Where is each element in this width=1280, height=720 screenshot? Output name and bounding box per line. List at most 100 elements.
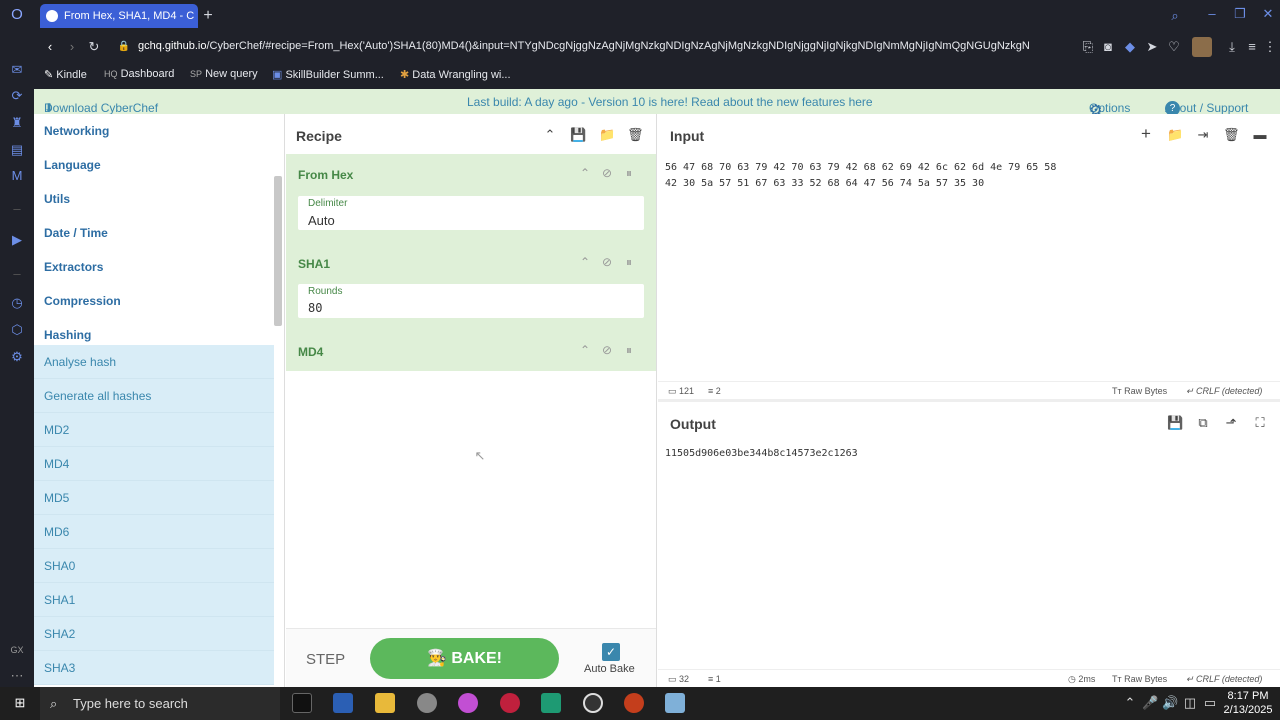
op-md2[interactable]: MD2 — [34, 413, 274, 447]
op-sha3[interactable]: SHA3 — [34, 651, 274, 685]
clock-app-icon[interactable] — [583, 693, 603, 713]
lock-icon[interactable]: 🔒 — [116, 39, 132, 55]
input-textarea[interactable]: 56 47 68 70 63 79 42 70 63 79 42 68 62 6… — [665, 160, 1056, 192]
op-analyse-hash[interactable]: Analyse hash — [34, 345, 274, 379]
op-sha2[interactable]: SHA2 — [34, 617, 274, 651]
extensions-icon[interactable]: ♜ — [9, 115, 25, 131]
load-recipe-icon[interactable]: 📁 — [599, 127, 615, 143]
category-compression[interactable]: Compression — [34, 284, 274, 318]
op-md4[interactable]: MD4 — [34, 447, 274, 481]
recipe-op-md4[interactable]: MD4 ⌃ ⊘ ⏸ — [286, 331, 656, 371]
powershell-app-icon[interactable] — [333, 693, 353, 713]
bookmark-new-query[interactable]: SP New query — [190, 68, 258, 80]
collapse-icon[interactable]: ⌃ — [580, 166, 590, 180]
op-sha0[interactable]: SHA0 — [34, 549, 274, 583]
save-output-icon[interactable]: 💾 — [1167, 415, 1183, 431]
op-md6[interactable]: MD6 — [34, 515, 274, 549]
taskbar-clock[interactable]: 8:17 PM 2/13/2025 — [1220, 689, 1276, 717]
copilot-app-icon[interactable] — [458, 693, 478, 713]
download-icon[interactable]: ⤓ — [1224, 39, 1240, 55]
tray-chevron-icon[interactable]: ⌃ — [1122, 695, 1138, 711]
auto-bake-checkbox[interactable]: ✓ — [602, 643, 620, 661]
search-tabs-icon[interactable]: ⌕ — [1167, 8, 1183, 24]
reload-icon[interactable]: ↻ — [86, 39, 102, 55]
disable-icon[interactable]: ⊘ — [602, 255, 612, 269]
operations-scrollbar[interactable] — [274, 176, 282, 326]
input-encoding[interactable]: Tт Raw Bytes — [1112, 386, 1167, 396]
delimiter-field[interactable]: Delimiter Auto — [298, 196, 644, 230]
open-folder-icon[interactable]: 📁 — [1167, 127, 1183, 143]
powerpoint-app-icon[interactable] — [624, 693, 644, 713]
bake-button[interactable]: 👨‍🍳 BAKE! — [370, 638, 559, 679]
rounds-field[interactable]: Rounds 80 — [298, 284, 644, 318]
avatar[interactable] — [1192, 37, 1212, 57]
forward-icon[interactable]: › — [64, 39, 80, 55]
output-encoding[interactable]: Tт Raw Bytes — [1112, 674, 1167, 684]
more-icon[interactable]: ⋯ — [9, 668, 25, 684]
op-sha1[interactable]: SHA1 — [34, 583, 274, 617]
input-eol[interactable]: ↵ CRLF (detected) — [1186, 386, 1262, 397]
replace-input-icon[interactable]: ⬏ — [1223, 415, 1239, 431]
url-field[interactable]: gchq.github.io/CyberChef/#recipe=From_He… — [138, 40, 1073, 52]
collapse-icon[interactable]: ⌃ — [580, 255, 590, 269]
mail-icon[interactable]: ▤ — [9, 142, 25, 158]
terminal-app-icon[interactable] — [292, 693, 312, 713]
output-eol[interactable]: ↵ CRLF (detected) — [1186, 674, 1262, 685]
more-icon[interactable]: ⋮ — [1262, 39, 1278, 55]
op-md5[interactable]: MD5 — [34, 481, 274, 515]
menu-icon[interactable]: ≡ — [1244, 39, 1260, 55]
layout-icon[interactable]: ▬ — [1252, 127, 1268, 143]
recipe-op-from-hex[interactable]: From Hex ⌃ ⊘ ⏸ Delimiter Auto — [286, 154, 656, 243]
op-generate-all-hashes[interactable]: Generate all hashes — [34, 379, 274, 413]
bookmark-kindle[interactable]: ✎ Kindle — [44, 68, 87, 81]
open-file-icon[interactable]: ⇥ — [1195, 127, 1211, 143]
microphone-icon[interactable]: 🎤 — [1142, 695, 1158, 711]
close-window-icon[interactable]: ✕ — [1260, 6, 1276, 22]
back-icon[interactable]: ‹ — [42, 39, 58, 55]
player-icon[interactable]: ▶ — [9, 232, 25, 248]
breakpoint-icon[interactable]: ⏸ — [626, 343, 632, 358]
step-button[interactable]: STEP — [306, 651, 345, 668]
output-text[interactable]: 11505d906e03be344b8c14573e2c1263 — [665, 448, 858, 459]
collapse-icon[interactable]: ⌃ — [580, 343, 590, 357]
cube-icon[interactable]: ⬡ — [9, 322, 25, 338]
io-divider[interactable] — [658, 399, 1280, 402]
build-message-link[interactable]: Last build: A day ago - Version 10 is he… — [467, 95, 873, 109]
disable-icon[interactable]: ⊘ — [602, 166, 612, 180]
clear-recipe-icon[interactable]: 🗑 — [627, 127, 644, 143]
breakpoint-icon[interactable]: ⏸ — [626, 255, 632, 270]
recipe-op-sha1[interactable]: SHA1 ⌃ ⊘ ⏸ Rounds 80 — [286, 243, 656, 331]
battery-icon[interactable]: ▭ — [1202, 695, 1218, 711]
windows-start-icon[interactable]: ⊞ — [12, 695, 28, 711]
bookmark-data-wrangling[interactable]: ✱ Data Wrangling wi... — [400, 68, 511, 81]
bookmark-skillbuilder[interactable]: ▣ SkillBuilder Summ... — [272, 68, 384, 81]
send-icon[interactable]: ➤ — [1144, 39, 1160, 55]
category-language[interactable]: Language — [34, 148, 274, 182]
history-icon[interactable]: ◷ — [9, 295, 25, 311]
category-date-time[interactable]: Date / Time — [34, 216, 274, 250]
taskbar-search[interactable]: ⌕ Type here to search — [40, 687, 280, 720]
bookmark-dashboard[interactable]: HQ Dashboard — [104, 68, 174, 80]
minimize-icon[interactable]: – — [1204, 6, 1220, 22]
notepad-app-icon[interactable] — [665, 693, 685, 713]
category-utils[interactable]: Utils — [34, 182, 274, 216]
maximize-icon[interactable]: ❐ — [1232, 6, 1248, 22]
messenger-icon[interactable]: ✉ — [9, 62, 25, 78]
category-networking[interactable]: Networking — [34, 114, 274, 148]
browser-tab-active[interactable]: From Hex, SHA1, MD4 - C — [40, 4, 198, 28]
copy-output-icon[interactable]: ⧉ — [1195, 415, 1211, 431]
refresh-sidebar-icon[interactable]: ⟳ — [9, 88, 25, 104]
heart-icon[interactable]: ♡ — [1166, 39, 1182, 55]
category-extractors[interactable]: Extractors — [34, 250, 274, 284]
fullscreen-icon[interactable]: ⛶ — [1252, 415, 1268, 431]
save-recipe-icon[interactable]: 💾 — [570, 127, 586, 143]
settings-app-icon[interactable] — [417, 693, 437, 713]
settings-icon[interactable]: ⚙ — [9, 349, 25, 365]
disable-icon[interactable]: ⊘ — [602, 343, 612, 357]
opera-logo-icon[interactable]: O — [9, 7, 25, 23]
volume-icon[interactable]: 🔊 — [1162, 695, 1178, 711]
share-icon[interactable]: ⎘ — [1080, 39, 1096, 55]
breakpoint-icon[interactable]: ⏸ — [626, 166, 632, 181]
file-explorer-app-icon[interactable] — [375, 693, 395, 713]
m-app-icon[interactable]: M — [9, 168, 25, 184]
